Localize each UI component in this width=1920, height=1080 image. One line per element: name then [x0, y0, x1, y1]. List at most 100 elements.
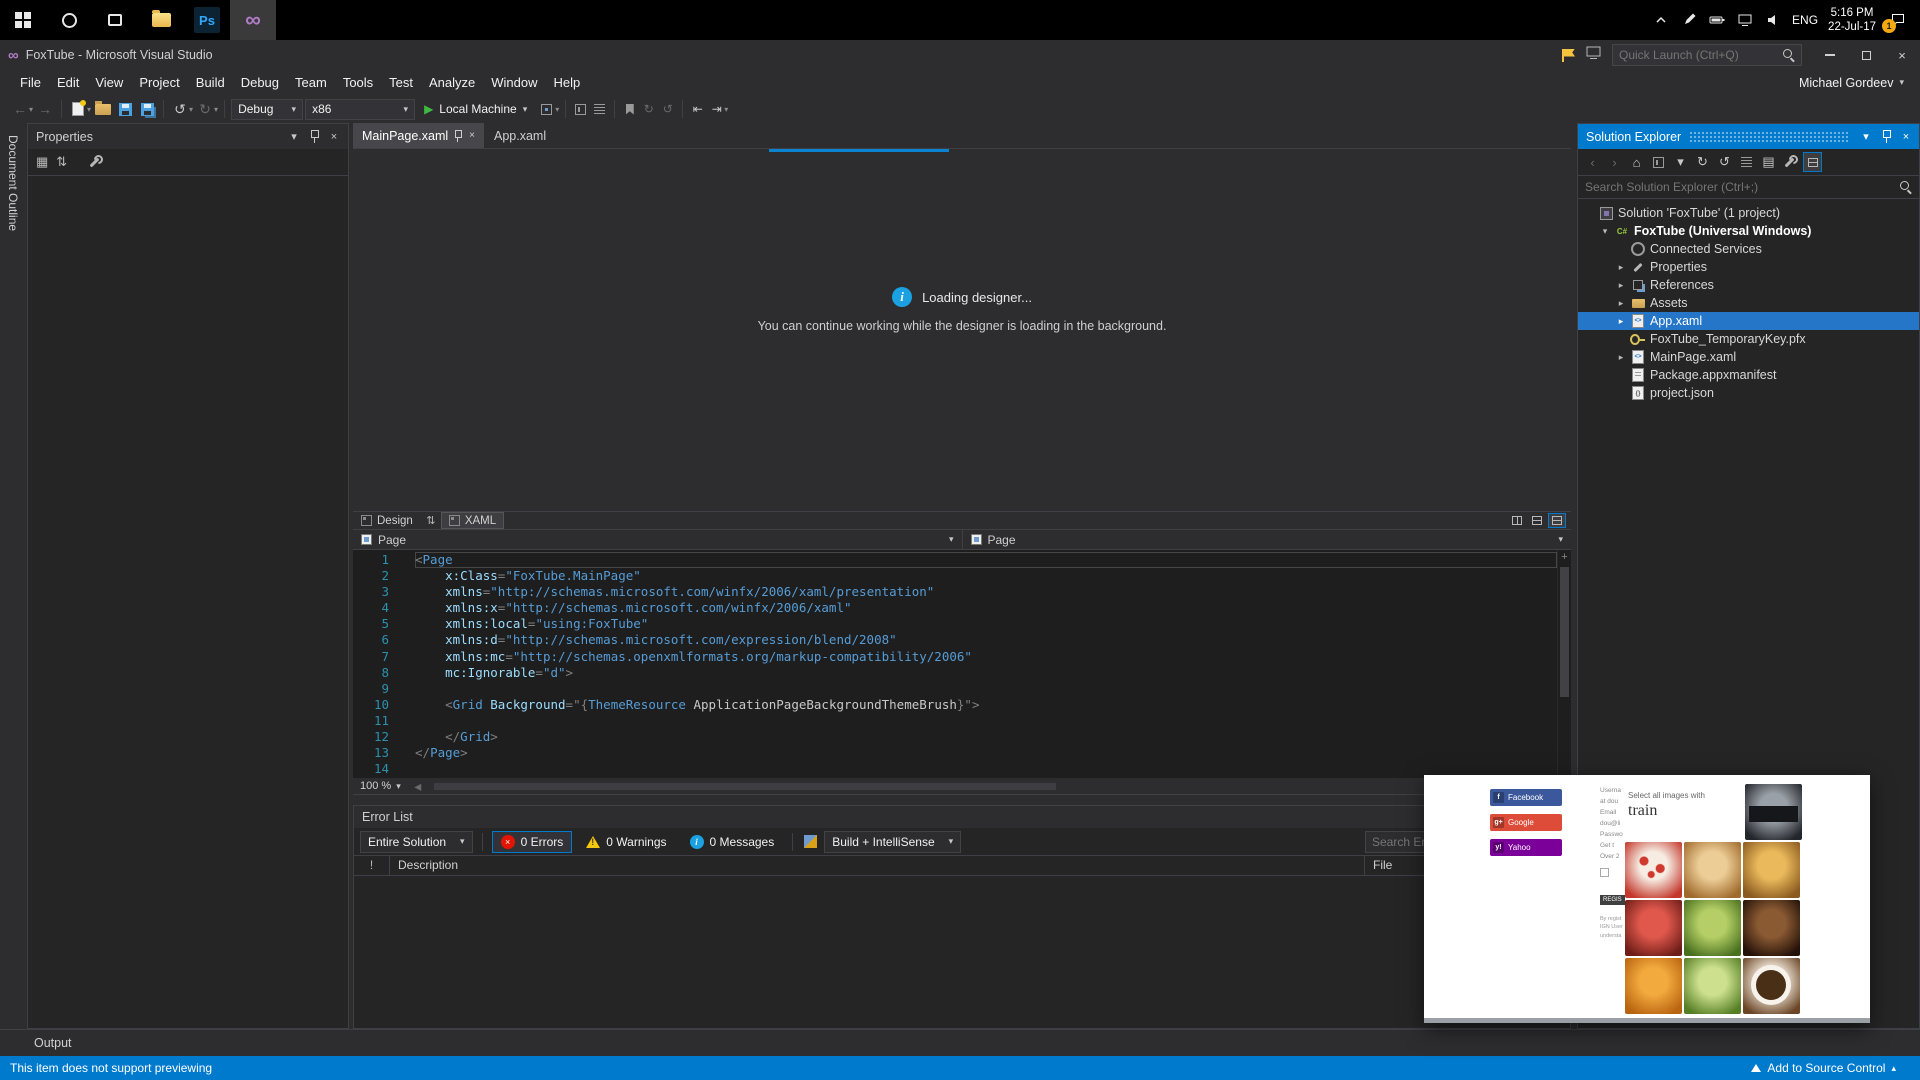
- scrollbar-thumb[interactable]: [433, 782, 1056, 790]
- error-list-title[interactable]: Error List: [354, 806, 1570, 828]
- scope-select[interactable]: Entire Solution ▾: [360, 830, 473, 853]
- window-position-button[interactable]: ▾: [284, 127, 304, 147]
- code-line[interactable]: 3 xmlns="http://schemas.microsoft.com/wi…: [353, 584, 1557, 600]
- sync-settings-icon[interactable]: [1586, 46, 1602, 65]
- platform-select[interactable]: x86 ▾: [305, 98, 416, 120]
- pin-icon[interactable]: [454, 129, 463, 142]
- language-indicator[interactable]: ENG: [1792, 13, 1818, 27]
- errors-filter-button[interactable]: × 0 Errors: [491, 830, 573, 853]
- quick-launch-input[interactable]: [1619, 48, 1783, 62]
- undo-button[interactable]: ↺: [170, 98, 190, 120]
- battery-icon[interactable]: [1708, 11, 1726, 29]
- minimize-button[interactable]: [1812, 40, 1848, 70]
- captcha-image-coffee-cup[interactable]: [1743, 958, 1800, 1014]
- clock[interactable]: 5:16 PM 22-Jul-17: [1828, 6, 1876, 34]
- social-google-button[interactable]: g+ Google: [1490, 814, 1562, 831]
- tree-item-references[interactable]: ▸ References: [1578, 276, 1919, 294]
- toolbar-overflow-button[interactable]: ▾: [724, 105, 728, 114]
- code-line[interactable]: 14: [353, 761, 1557, 777]
- floating-preview-window[interactable]: f Facebook g+ Google y! Yahoo Userna at dou Ema…: [1424, 775, 1870, 1023]
- menu-help[interactable]: Help: [546, 70, 589, 95]
- social-yahoo-button[interactable]: y! Yahoo: [1490, 839, 1562, 856]
- code-line[interactable]: 7 xmlns:mc="http://schemas.openxmlformat…: [353, 649, 1557, 665]
- open-file-button[interactable]: [93, 98, 113, 120]
- splitter-grip-icon[interactable]: +: [1561, 550, 1567, 564]
- menu-team[interactable]: Team: [287, 70, 335, 95]
- categorized-button[interactable]: ▦: [36, 154, 48, 170]
- xaml-view-tab[interactable]: XAML: [440, 512, 505, 529]
- tree-item-foxtube-temporarykey-pfx[interactable]: FoxTube_TemporaryKey.pfx: [1578, 330, 1919, 348]
- forward-button[interactable]: ›: [1605, 152, 1624, 172]
- captcha-image-coffee-beans[interactable]: [1743, 900, 1800, 956]
- severity-column-header[interactable]: !: [354, 856, 390, 875]
- new-item-button[interactable]: [68, 98, 88, 120]
- code-line[interactable]: 6 xmlns:d="http://schemas.microsoft.com/…: [353, 632, 1557, 648]
- window-position-button[interactable]: ▾: [1856, 127, 1876, 147]
- code-line[interactable]: 1 <Page: [353, 552, 1557, 568]
- property-pages-icon[interactable]: [89, 155, 103, 169]
- account-menu[interactable]: Michael Gordeev ▾: [1799, 76, 1920, 90]
- chevron-down-icon[interactable]: ▾: [29, 105, 33, 114]
- scrollbar-thumb[interactable]: [1560, 567, 1569, 697]
- redo-button[interactable]: ↻: [195, 98, 215, 120]
- attach-debugger-button[interactable]: [536, 98, 556, 120]
- properties-button[interactable]: [1781, 152, 1800, 172]
- tree-item-solution-foxtube-1-project[interactable]: Solution 'FoxTube' (1 project): [1578, 204, 1919, 222]
- captcha-image-bread-rolls[interactable]: [1684, 842, 1741, 898]
- step-over-button[interactable]: [591, 101, 608, 118]
- pin-button[interactable]: [1876, 127, 1896, 147]
- tree-item-connected-services[interactable]: Connected Services: [1578, 240, 1919, 258]
- quick-launch-box[interactable]: [1612, 44, 1802, 66]
- pin-button[interactable]: [304, 127, 324, 147]
- document-outline-tab[interactable]: Document Outline: [6, 123, 20, 231]
- menu-tools[interactable]: Tools: [335, 70, 381, 95]
- hidden-icons-chevron[interactable]: [1652, 11, 1670, 29]
- breadcrumb-left[interactable]: Page ▾: [353, 530, 963, 549]
- design-view-tab[interactable]: Design: [353, 512, 421, 529]
- menu-view[interactable]: View: [87, 70, 131, 95]
- alphabetical-button[interactable]: ⇅: [56, 154, 67, 170]
- indent-increase-button[interactable]: ⇥: [708, 101, 725, 118]
- pen-icon[interactable]: [1680, 11, 1698, 29]
- bookmark-button[interactable]: [621, 101, 638, 118]
- tree-item-mainpage-xaml[interactable]: ▸ MainPage.xaml: [1578, 348, 1919, 366]
- navigate-back-button[interactable]: ←: [10, 98, 30, 120]
- save-button[interactable]: [115, 98, 135, 120]
- code-line[interactable]: 8 mc:Ignorable="d">: [353, 665, 1557, 681]
- menu-edit[interactable]: Edit: [49, 70, 87, 95]
- collapse-pane-button[interactable]: [1548, 513, 1566, 528]
- expander-icon[interactable]: ▸: [1614, 298, 1628, 309]
- captcha-image-strawberry-cake[interactable]: [1625, 842, 1682, 898]
- social-facebook-button[interactable]: f Facebook: [1490, 789, 1562, 806]
- next-bookmark-button[interactable]: ↺: [659, 101, 676, 118]
- photoshop-button[interactable]: Ps: [184, 0, 230, 40]
- solution-explorer-header[interactable]: Solution Explorer ▾ ×: [1578, 124, 1919, 149]
- navigate-forward-button[interactable]: →: [35, 98, 55, 120]
- expander-icon[interactable]: ▸: [1614, 352, 1628, 363]
- visual-studio-button[interactable]: ∞: [230, 0, 276, 40]
- close-panel-button[interactable]: ×: [1896, 127, 1916, 147]
- expander-icon[interactable]: ▸: [1614, 280, 1628, 291]
- tree-item-foxtube-universal-windows[interactable]: ▾ FoxTube (Universal Windows): [1578, 222, 1919, 240]
- source-filter-select[interactable]: Build + IntelliSense ▾: [824, 830, 962, 853]
- horizontal-split-button[interactable]: [1528, 513, 1546, 528]
- tree-item-package-appxmanifest[interactable]: Package.appxmanifest: [1578, 366, 1919, 384]
- menu-window[interactable]: Window: [483, 70, 545, 95]
- captcha-image-fruit-tart[interactable]: [1625, 900, 1682, 956]
- start-button[interactable]: [0, 0, 46, 40]
- tab-app-xaml[interactable]: App.xaml: [485, 123, 555, 148]
- home-button[interactable]: ⌂: [1627, 152, 1646, 172]
- pending-changes-filter-button[interactable]: ▾: [1671, 152, 1690, 172]
- description-column-header[interactable]: Description: [390, 856, 1365, 875]
- terms-checkbox[interactable]: [1600, 868, 1609, 877]
- action-center-button[interactable]: 1: [1882, 9, 1910, 33]
- code-line[interactable]: 11: [353, 713, 1557, 729]
- captcha-image-green-salad[interactable]: [1684, 958, 1741, 1014]
- code-line[interactable]: 2 x:Class="FoxTube.MainPage": [353, 568, 1557, 584]
- close-icon[interactable]: ×: [469, 130, 475, 141]
- menu-test[interactable]: Test: [381, 70, 421, 95]
- expander-icon[interactable]: ▾: [1598, 226, 1612, 237]
- code-line[interactable]: 4 xmlns:x="http://schemas.microsoft.com/…: [353, 600, 1557, 616]
- sync-with-active-document-button[interactable]: ↻: [1693, 152, 1712, 172]
- start-debugging-button[interactable]: ▶ Local Machine ▾: [417, 102, 534, 116]
